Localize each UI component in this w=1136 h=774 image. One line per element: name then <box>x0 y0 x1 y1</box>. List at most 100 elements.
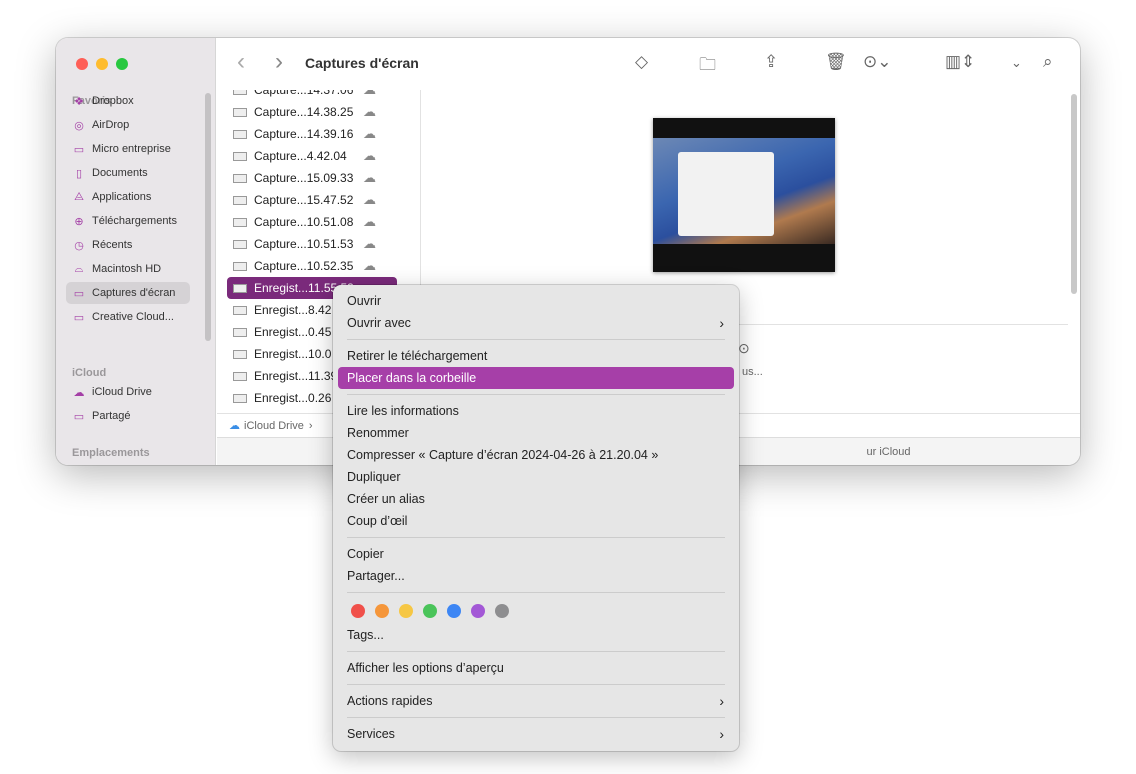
new-folder-icon[interactable]: 🗀 <box>699 52 716 81</box>
cloud-download-icon[interactable]: ☁ <box>363 236 376 252</box>
clock-icon: ◷ <box>74 239 84 252</box>
menu-item[interactable]: Coup d’œil <box>338 510 734 532</box>
menu-item-label: Renommer <box>347 426 409 440</box>
menu-item[interactable]: Dupliquer <box>338 466 734 488</box>
file-name: Enregist...0.45 <box>254 325 332 339</box>
sidebar-item[interactable]: ▯ Documents <box>66 162 190 184</box>
menu-item[interactable]: Retirer le téléchargement <box>338 345 734 367</box>
sidebar: Favoris ❖ Dropbox ◎ AirDrop ▭ Micro entrepris… <box>56 38 216 465</box>
zoom-button[interactable] <box>116 58 128 70</box>
tag-colors <box>338 598 734 624</box>
menu-item[interactable]: Afficher les options d’aperçu <box>338 657 734 679</box>
menu-separator <box>338 646 734 657</box>
file-thumbnail-icon <box>233 151 247 161</box>
chevron-down-icon[interactable]: ⌄ <box>1011 55 1022 71</box>
file-row[interactable]: Capture...14.39.16 ☁ <box>227 123 397 145</box>
cloud-download-icon[interactable]: ☁ <box>363 126 376 142</box>
toolbar: ‹ › Captures d'écran ◇ 🗀 ⇪ 🗑 ⊙⌄ ▥⇕ ⌄ ⌕ <box>217 38 1080 90</box>
menu-item[interactable]: Placer dans la corbeille <box>338 367 734 389</box>
more-icon[interactable]: ⊙ <box>738 340 750 357</box>
close-button[interactable] <box>76 58 88 70</box>
cloud-download-icon[interactable]: ☁ <box>363 192 376 208</box>
sidebar-item[interactable]: ☁ iCloud Drive <box>66 381 190 403</box>
menu-item[interactable]: Actions rapides › <box>338 690 734 712</box>
file-thumbnail-icon <box>233 327 247 337</box>
menu-item[interactable]: Lire les informations <box>338 400 734 422</box>
menu-item[interactable]: Tags... <box>338 624 734 646</box>
section-icloud: iCloud <box>72 367 107 379</box>
preview-thumbnail <box>653 118 835 272</box>
cloud-download-icon[interactable]: ☁ <box>363 214 376 230</box>
tag-color-dot[interactable] <box>375 604 389 618</box>
back-button[interactable]: ‹ <box>237 48 245 76</box>
menu-separator <box>338 532 734 543</box>
menu-item-label: Coup d’œil <box>347 514 408 528</box>
share-icon[interactable]: ⇪ <box>764 52 778 72</box>
chevron-right-icon: › <box>719 315 724 331</box>
menu-item[interactable]: Renommer <box>338 422 734 444</box>
shared-folder-icon: ▭ <box>73 410 85 423</box>
tag-color-dot[interactable] <box>447 604 461 618</box>
file-row[interactable]: Capture...14.38.25 ☁ <box>227 101 397 123</box>
cloud-download-icon[interactable]: ☁ <box>363 90 376 98</box>
menu-item[interactable]: Créer un alias <box>338 488 734 510</box>
menu-item[interactable]: Services › <box>338 723 734 745</box>
menu-item-label: Actions rapides <box>347 694 433 708</box>
file-row[interactable]: Capture...15.09.33 ☁ <box>227 167 397 189</box>
file-row[interactable]: Capture...15.47.52 ☁ <box>227 189 397 211</box>
folder-icon: ▭ <box>73 143 85 156</box>
sidebar-item[interactable]: ⌓ Macintosh HD <box>66 258 190 280</box>
sidebar-item[interactable]: ❖ Dropbox <box>66 90 190 112</box>
menu-item[interactable]: Copier <box>338 543 734 565</box>
trash-icon[interactable]: 🗑 <box>825 52 847 72</box>
sidebar-item[interactable]: ◷ Récents <box>66 234 190 256</box>
file-row[interactable]: Capture...14.37.06 ☁ <box>227 90 397 101</box>
sidebar-item[interactable]: ▭ Partagé <box>66 405 190 427</box>
file-name: Capture...14.39.16 <box>254 127 354 141</box>
file-row[interactable]: Capture...10.51.53 ☁ <box>227 233 397 255</box>
file-name: Capture...15.09.33 <box>254 171 354 185</box>
column-view-icon[interactable]: ▥⇕ <box>945 52 975 72</box>
file-row[interactable]: Capture...10.51.08 ☁ <box>227 211 397 233</box>
path-separator: › <box>308 419 313 432</box>
sidebar-scrollbar[interactable] <box>205 93 211 341</box>
tag-color-dot[interactable] <box>399 604 413 618</box>
cloud-download-icon[interactable]: ☁ <box>363 170 376 186</box>
search-icon[interactable]: ⌕ <box>1043 52 1053 72</box>
section-emplacements: Emplacements <box>72 447 150 459</box>
sidebar-item[interactable]: ▭ Captures d'écran <box>66 282 190 304</box>
sidebar-item[interactable]: ▭ Creative Cloud... <box>66 306 190 328</box>
tag-color-dot[interactable] <box>351 604 365 618</box>
file-name: Enregist...10.0 <box>254 347 332 361</box>
menu-item-label: Dupliquer <box>347 470 401 484</box>
sidebar-item[interactable]: ⨺ Applications <box>66 186 190 208</box>
tag-icon[interactable]: ◇ <box>635 52 648 72</box>
menu-separator <box>338 587 734 598</box>
sidebar-item-label: Dropbox <box>92 95 134 107</box>
tag-color-dot[interactable] <box>495 604 509 618</box>
cloud-download-icon[interactable]: ☁ <box>363 148 376 164</box>
cloud-icon: ☁ <box>229 420 240 432</box>
menu-item[interactable]: Partager... <box>338 565 734 587</box>
forward-button[interactable]: › <box>275 48 283 76</box>
file-row[interactable]: Capture...10.52.35 ☁ <box>227 255 397 277</box>
preview-scrollbar[interactable] <box>1071 94 1077 294</box>
cloud-download-icon[interactable]: ☁ <box>363 258 376 274</box>
menu-item-label: Ouvrir avec <box>347 316 411 330</box>
menu-item[interactable]: Ouvrir avec › <box>338 312 734 334</box>
path-root[interactable]: iCloud Drive <box>244 420 304 432</box>
file-row[interactable]: Capture...4.42.04 ☁ <box>227 145 397 167</box>
chevron-right-icon: › <box>719 726 724 742</box>
tag-color-dot[interactable] <box>423 604 437 618</box>
menu-item[interactable]: Compresser « Capture d’écran 2024-04-26 … <box>338 444 734 466</box>
tag-color-dot[interactable] <box>471 604 485 618</box>
sidebar-item[interactable]: ⊕ Téléchargements <box>66 210 190 232</box>
cloud-download-icon[interactable]: ☁ <box>363 104 376 120</box>
more-icon[interactable]: ⊙⌄ <box>863 52 892 72</box>
sidebar-item[interactable]: ▭ Micro entreprise <box>66 138 190 160</box>
file-thumbnail-icon <box>233 305 247 315</box>
minimize-button[interactable] <box>96 58 108 70</box>
sidebar-item[interactable]: ◎ AirDrop <box>66 114 190 136</box>
menu-item[interactable]: Ouvrir <box>338 290 734 312</box>
menu-item-label: Copier <box>347 547 384 561</box>
